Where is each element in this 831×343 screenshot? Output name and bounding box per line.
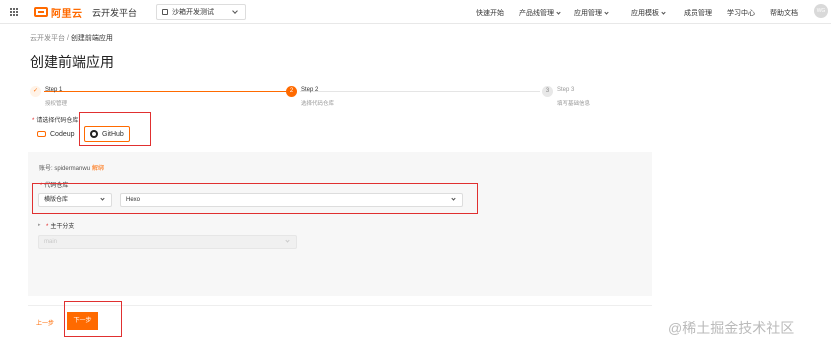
account-name: spidermanwu (54, 166, 91, 172)
breadcrumb: 云开发平台 / 创建前端应用 (30, 33, 113, 43)
step-3-indicator: 3 (542, 86, 553, 97)
codeup-label: Codeup (50, 130, 75, 138)
nav-app-management[interactable]: 应用管理 (574, 8, 609, 18)
previous-step-button[interactable]: 上一步 (36, 318, 54, 327)
nav-learning-center[interactable]: 学习中心 (727, 8, 755, 18)
space-selector[interactable]: 沙箱开发测试 (156, 4, 246, 20)
nav-members[interactable]: 成员管理 (684, 8, 712, 18)
nav-quick-start[interactable]: 快速开始 (476, 8, 504, 18)
account-info: 账号: spidermanwu (39, 166, 91, 172)
unbind-link[interactable]: 解绑 (92, 163, 104, 172)
nav-app-templates[interactable]: 应用模板 (631, 8, 666, 18)
avatar[interactable]: WG (814, 4, 828, 18)
nav-help-docs[interactable]: 帮助文档 (770, 8, 798, 18)
step-2-indicator: 2 (286, 86, 297, 97)
branch-value: main (44, 239, 58, 245)
brand-name: 阿里云 (51, 8, 83, 20)
environment-icon (162, 9, 168, 15)
codeup-icon (37, 131, 46, 137)
aliyun-logo-icon (34, 7, 48, 17)
chevron-down-icon (604, 10, 609, 15)
apps-grid-icon[interactable] (10, 8, 18, 16)
chevron-down-icon (556, 10, 561, 15)
watermark-text: @稀土掘金技术社区 (668, 320, 795, 336)
step-2-title: Step 2 (301, 87, 319, 93)
highlight-box-next (64, 301, 122, 337)
repo-provider-label: * 请选择代码仓库 (32, 118, 79, 124)
step-connector-pending (300, 91, 540, 92)
highlight-box-repo (32, 183, 478, 214)
step-1-check-icon: ✓ (30, 86, 41, 97)
space-selector-value: 沙箱开发测试 (172, 9, 214, 16)
page-title: 创建前端应用 (30, 54, 114, 70)
highlight-box-github (79, 112, 151, 146)
branch-field-label: * 主干分支 (46, 224, 75, 230)
branch-select[interactable]: main (38, 235, 297, 249)
top-navigation-bar: 阿里云 云开发平台 沙箱开发测试 快速开始 产品线管理 应用管理 应用模板 成员… (0, 0, 831, 24)
chevron-down-icon (661, 10, 666, 15)
breadcrumb-current: 创建前端应用 (70, 35, 113, 42)
step-1-title: Step 1 (45, 87, 63, 93)
repo-config-panel (28, 152, 652, 296)
nav-product-line[interactable]: 产品线管理 (519, 8, 561, 18)
step-connector-done (44, 91, 286, 92)
chevron-down-icon (232, 8, 238, 14)
step-3-title: Step 3 (557, 87, 575, 93)
collapse-caret-icon[interactable]: ▸ (38, 222, 41, 228)
step-1-desc: 授权管理 (45, 101, 68, 107)
aliyun-logo[interactable]: 阿里云 (34, 5, 83, 20)
breadcrumb-root[interactable]: 云开发平台 (30, 35, 65, 42)
step-2-desc: 选择代码仓库 (301, 101, 335, 107)
chevron-down-icon (285, 238, 290, 243)
product-name[interactable]: 云开发平台 (92, 6, 137, 19)
step-3-desc: 填写基础信息 (557, 101, 591, 107)
codeup-option[interactable]: Codeup (31, 126, 81, 142)
